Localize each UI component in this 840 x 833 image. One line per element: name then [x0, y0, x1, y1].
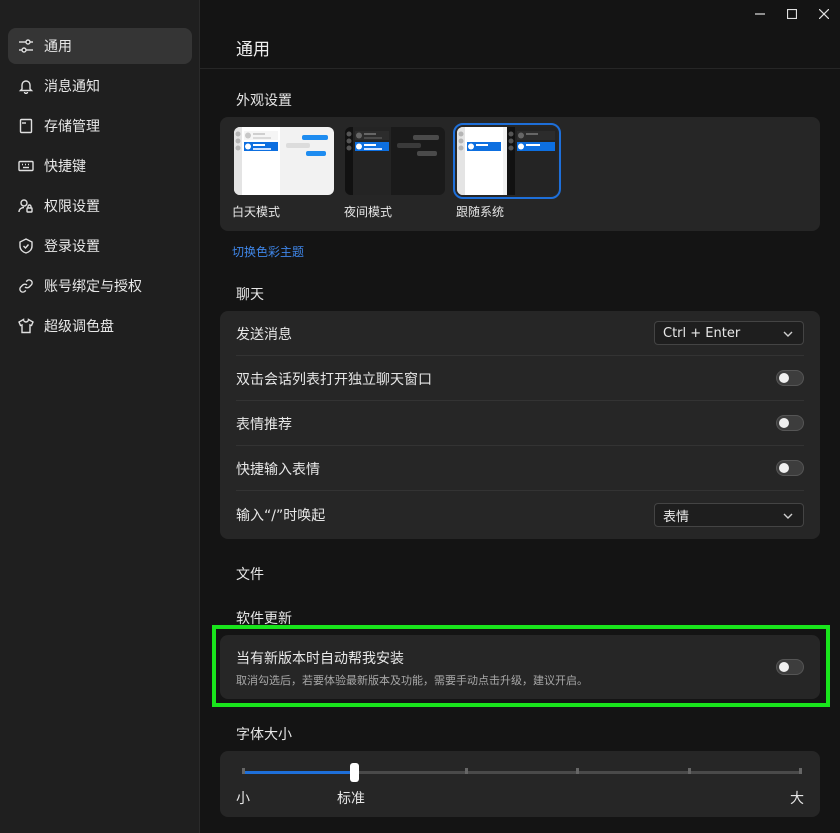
double-click-row: 双击会话列表打开独立聊天窗口	[220, 356, 820, 401]
slash-trigger-label: 输入“/”时唤起	[236, 507, 326, 524]
sidebar-item-label: 登录设置	[44, 239, 100, 255]
sidebar-item-label: 超级调色盘	[44, 319, 114, 335]
font-size-current-label: 标准	[337, 791, 365, 807]
theme-system-label: 跟随系统	[456, 205, 505, 219]
sidebar: 通用 消息通知 存储管理 快捷键 权限设置 登录设置 账号绑定与授权 超级调色盘	[0, 0, 200, 833]
theme-dark-label: 夜间模式	[344, 205, 393, 219]
sidebar-item-permissions[interactable]: 权限设置	[8, 188, 192, 224]
slash-trigger-value: 表情	[663, 509, 690, 525]
row-divider	[236, 490, 804, 491]
slider-tick	[799, 768, 802, 774]
sidebar-item-login[interactable]: 登录设置	[8, 228, 192, 264]
double-click-toggle[interactable]	[776, 370, 804, 386]
maximize-icon	[787, 9, 797, 19]
close-icon	[819, 9, 829, 19]
quick-emoji-row: 快捷输入表情	[220, 446, 820, 491]
send-message-select[interactable]: Ctrl + Enter	[654, 321, 804, 345]
maximize-button[interactable]	[782, 4, 802, 24]
font-size-section-label: 字体大小	[236, 727, 292, 743]
sidebar-item-label: 快捷键	[44, 159, 86, 175]
theme-light-thumbnail[interactable]	[234, 127, 334, 195]
sidebar-item-label: 存储管理	[44, 119, 100, 135]
theme-system-thumbnail[interactable]	[453, 123, 561, 199]
sidebar-item-label: 账号绑定与授权	[44, 279, 142, 295]
user-lock-icon	[18, 198, 34, 214]
emoji-recommend-toggle[interactable]	[776, 415, 804, 431]
sidebar-item-shortcuts[interactable]: 快捷键	[8, 148, 192, 184]
slider-tick	[687, 768, 691, 774]
minimize-button[interactable]	[750, 4, 770, 24]
sidebar-item-notifications[interactable]: 消息通知	[8, 68, 192, 104]
page-title: 通用	[236, 40, 270, 60]
sidebar-item-label: 权限设置	[44, 199, 100, 215]
chat-section-label: 聊天	[236, 287, 264, 303]
sidebar-item-storage[interactable]: 存储管理	[8, 108, 192, 144]
keyboard-icon	[18, 158, 34, 174]
font-size-slider-thumb[interactable]	[350, 763, 360, 782]
sidebar-item-account-binding[interactable]: 账号绑定与授权	[8, 268, 192, 304]
theme-dark-thumbnail[interactable]	[345, 127, 445, 195]
send-message-label: 发送消息	[236, 326, 292, 343]
emoji-recommend-row: 表情推荐	[220, 401, 820, 446]
font-size-max-label: 大	[790, 791, 804, 807]
header-divider	[200, 68, 840, 69]
font-size-slider-fill	[243, 771, 355, 774]
slash-trigger-select[interactable]: 表情	[654, 503, 804, 527]
chevron-down-icon	[783, 328, 793, 343]
storage-icon	[18, 118, 34, 134]
highlight-box	[212, 625, 830, 707]
send-message-value: Ctrl + Enter	[663, 325, 741, 341]
slider-tick	[464, 768, 468, 774]
sliders-icon	[18, 38, 34, 54]
chevron-down-icon	[783, 510, 793, 525]
close-button[interactable]	[814, 4, 834, 24]
font-size-card	[220, 751, 820, 817]
sidebar-item-label: 消息通知	[44, 79, 100, 95]
emoji-recommend-label: 表情推荐	[236, 416, 292, 433]
quick-emoji-label: 快捷输入表情	[236, 461, 320, 478]
switch-color-theme-link[interactable]: 切换色彩主题	[232, 243, 304, 260]
minimize-icon	[755, 13, 765, 15]
files-section-label: 文件	[236, 567, 264, 583]
sidebar-item-palette[interactable]: 超级调色盘	[8, 308, 192, 344]
theme-light-label: 白天模式	[232, 205, 281, 219]
appearance-section-label: 外观设置	[236, 93, 292, 109]
sidebar-item-general[interactable]: 通用	[8, 28, 192, 64]
quick-emoji-toggle[interactable]	[776, 460, 804, 476]
bell-icon	[18, 78, 34, 94]
double-click-label: 双击会话列表打开独立聊天窗口	[236, 371, 432, 388]
shirt-icon	[18, 318, 34, 334]
sidebar-item-label: 通用	[44, 39, 72, 55]
link-icon	[18, 278, 34, 294]
font-size-min-label: 小	[236, 791, 250, 807]
slider-tick	[576, 768, 580, 774]
shield-icon	[18, 238, 34, 254]
slider-tick	[242, 768, 245, 774]
